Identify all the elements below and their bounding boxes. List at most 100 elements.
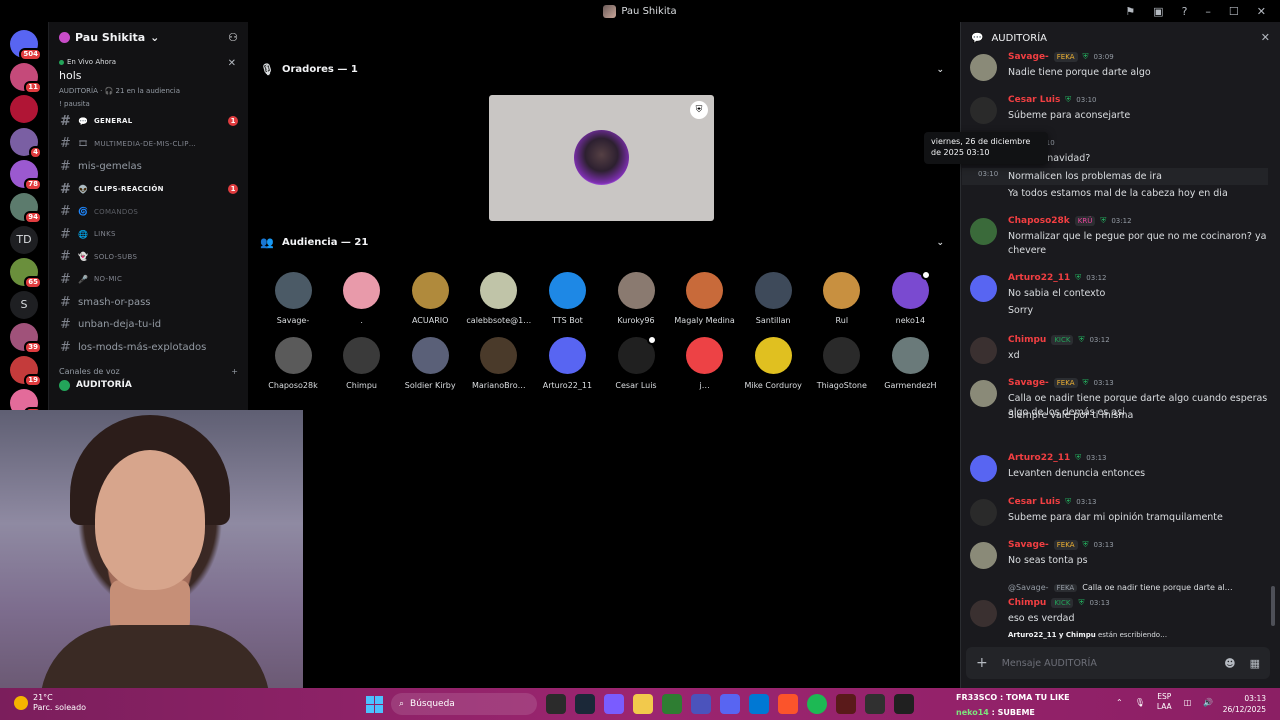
steam-icon[interactable]	[575, 694, 595, 714]
avatar[interactable]	[970, 54, 997, 81]
close-icon[interactable]: ✕	[1261, 31, 1270, 44]
spotify-icon[interactable]	[807, 694, 827, 714]
server-icon[interactable]: 4	[10, 127, 42, 159]
server-icon[interactable]: 11	[10, 62, 42, 94]
speakers-header[interactable]: 🎙 Oradores — 1 ⌄	[260, 63, 944, 76]
chat-scrollbar[interactable]	[1271, 586, 1275, 626]
channel-item[interactable]: # 🌀 comandos	[49, 200, 248, 223]
app-red-icon[interactable]	[836, 694, 856, 714]
author-name[interactable]: Cesar Luis	[1008, 497, 1060, 507]
avatar[interactable]	[970, 218, 997, 245]
author-name[interactable]: Cesar Luis	[1008, 95, 1060, 105]
channel-item[interactable]: # los-mods-más-explotados	[49, 336, 248, 359]
teams-icon[interactable]	[691, 694, 711, 714]
audience-member[interactable]: ACUARIO	[395, 272, 465, 325]
apps-icon[interactable]: ▦	[1250, 657, 1260, 670]
add-channel-icon[interactable]: +	[231, 367, 238, 376]
excel-icon[interactable]	[662, 694, 682, 714]
channel-item[interactable]: # 💬 general 1	[49, 110, 248, 133]
add-member-icon[interactable]: ⚇	[228, 31, 238, 44]
channel-item[interactable]: # 👽 clips-reacción 1	[49, 178, 248, 201]
avatar[interactable]	[970, 499, 997, 526]
chevron-down-icon[interactable]: ⌄	[936, 238, 944, 248]
file-explorer-icon[interactable]	[633, 694, 653, 714]
avatar[interactable]	[970, 542, 997, 569]
author-name[interactable]: Arturo22_11	[1008, 273, 1070, 283]
weather-widget[interactable]: 21°C Parc. soleado	[14, 693, 86, 713]
audience-member[interactable]: neko14	[875, 270, 945, 325]
audience-member[interactable]: Cesar Luis	[601, 335, 671, 390]
audience-member[interactable]: Magaly Medina	[670, 272, 740, 325]
author-name[interactable]: Savage-	[1008, 52, 1049, 62]
avatar[interactable]	[970, 380, 997, 407]
close-window-button[interactable]: ✕	[1257, 5, 1266, 18]
channel-item[interactable]: # 🎤 no-mic	[49, 268, 248, 291]
avatar[interactable]	[970, 97, 997, 124]
channel-item[interactable]: # 🎞 multimedia-de-mis-clip…	[49, 133, 248, 156]
discord-icon[interactable]	[720, 694, 740, 714]
audience-member[interactable]: Chaposo28k	[258, 337, 328, 390]
audience-member[interactable]: .	[327, 272, 397, 325]
app-icon[interactable]	[604, 694, 624, 714]
language-indicator[interactable]: ESP LAA	[1157, 692, 1172, 712]
obs-icon[interactable]	[865, 694, 885, 714]
maximize-button[interactable]: ☐	[1229, 5, 1239, 18]
channel-item[interactable]: # smash-or-pass	[49, 291, 248, 314]
inbox-icon[interactable]: ⚑	[1125, 5, 1135, 18]
mail-icon[interactable]	[749, 694, 769, 714]
server-icon[interactable]: S	[10, 290, 38, 319]
audience-member[interactable]: Arturo22_11	[532, 337, 602, 390]
server-icon[interactable]: 504	[10, 30, 42, 61]
author-name[interactable]: Chimpu	[1008, 598, 1046, 608]
channel-item[interactable]: # mis-gemelas	[49, 155, 248, 178]
mic-icon[interactable]: 🎙	[1135, 698, 1145, 707]
audience-member[interactable]: GarmendezH	[875, 337, 945, 390]
volume-icon[interactable]: 🔊	[1203, 698, 1213, 707]
emoji-icon[interactable]: ☻	[1224, 657, 1235, 670]
speaker-tile[interactable]: ⛨	[489, 95, 714, 221]
server-icon[interactable]: 78	[10, 160, 42, 192]
avatar[interactable]	[970, 455, 997, 482]
author-name[interactable]: Arturo22_11	[1008, 453, 1070, 463]
server-icon[interactable]: 94	[10, 193, 42, 224]
audience-member[interactable]: j…	[670, 337, 740, 390]
author-name[interactable]: Savage-	[1008, 378, 1049, 388]
close-icon[interactable]: ✕	[228, 58, 236, 69]
add-attachment-icon[interactable]: +	[976, 655, 988, 671]
author-name[interactable]: Chimpu	[1008, 335, 1046, 345]
audience-member[interactable]: Savage-	[258, 272, 328, 325]
live-event-card[interactable]: En Vivo Ahora hols AUDITORÍA · 🎧 21 en l…	[53, 56, 244, 110]
server-icon[interactable]: 19	[10, 356, 42, 387]
audience-member[interactable]: Soldier Kirby	[395, 337, 465, 390]
chevron-down-icon[interactable]: ⌄	[936, 65, 944, 75]
audience-header[interactable]: 👥 Audiencia — 21 ⌄	[260, 236, 944, 249]
voice-section-header[interactable]: Canales de voz +	[49, 359, 248, 376]
reply-reference[interactable]: @Savage- FEKA Calla oe nadir tiene porqu…	[1008, 583, 1233, 592]
audience-member[interactable]: Rul	[807, 272, 877, 325]
message-composer[interactable]: + Mensaje AUDITORÍA ☻ ▦	[966, 647, 1270, 679]
server-icon[interactable]	[10, 95, 38, 124]
server-icon[interactable]: TD	[10, 225, 38, 254]
audience-member[interactable]: Mike Corduroy	[738, 337, 808, 390]
logitech-icon[interactable]	[894, 694, 914, 714]
task-view-icon[interactable]	[546, 694, 566, 714]
taskbar-clock[interactable]: 03:13 26/12/2025	[1223, 693, 1266, 715]
server-icon[interactable]: 39	[10, 323, 42, 355]
audience-member[interactable]: Kuroky96	[601, 272, 671, 325]
brave-icon[interactable]	[778, 694, 798, 714]
avatar[interactable]	[970, 337, 997, 364]
tray-chevron-icon[interactable]: ⌃	[1116, 698, 1123, 707]
screen-share-icon[interactable]: ▣	[1153, 5, 1163, 18]
audience-member[interactable]: Santillan	[738, 272, 808, 325]
help-icon[interactable]: ?	[1182, 5, 1188, 18]
taskbar-search[interactable]: ⌕ Búsqueda	[391, 693, 537, 715]
avatar[interactable]	[970, 275, 997, 302]
avatar[interactable]	[970, 600, 997, 627]
author-name[interactable]: Savage-	[1008, 540, 1049, 550]
audience-member[interactable]: MarianoBro…	[464, 337, 534, 390]
server-icon[interactable]: 65	[10, 258, 42, 290]
voice-channel-auditoria[interactable]: AUDITORÍA	[49, 376, 248, 395]
windows-start-icon[interactable]	[366, 696, 383, 713]
guild-header[interactable]: Pau Shikita ⌄ ⚇	[49, 22, 248, 52]
audience-member[interactable]: Chimpu	[327, 337, 397, 390]
